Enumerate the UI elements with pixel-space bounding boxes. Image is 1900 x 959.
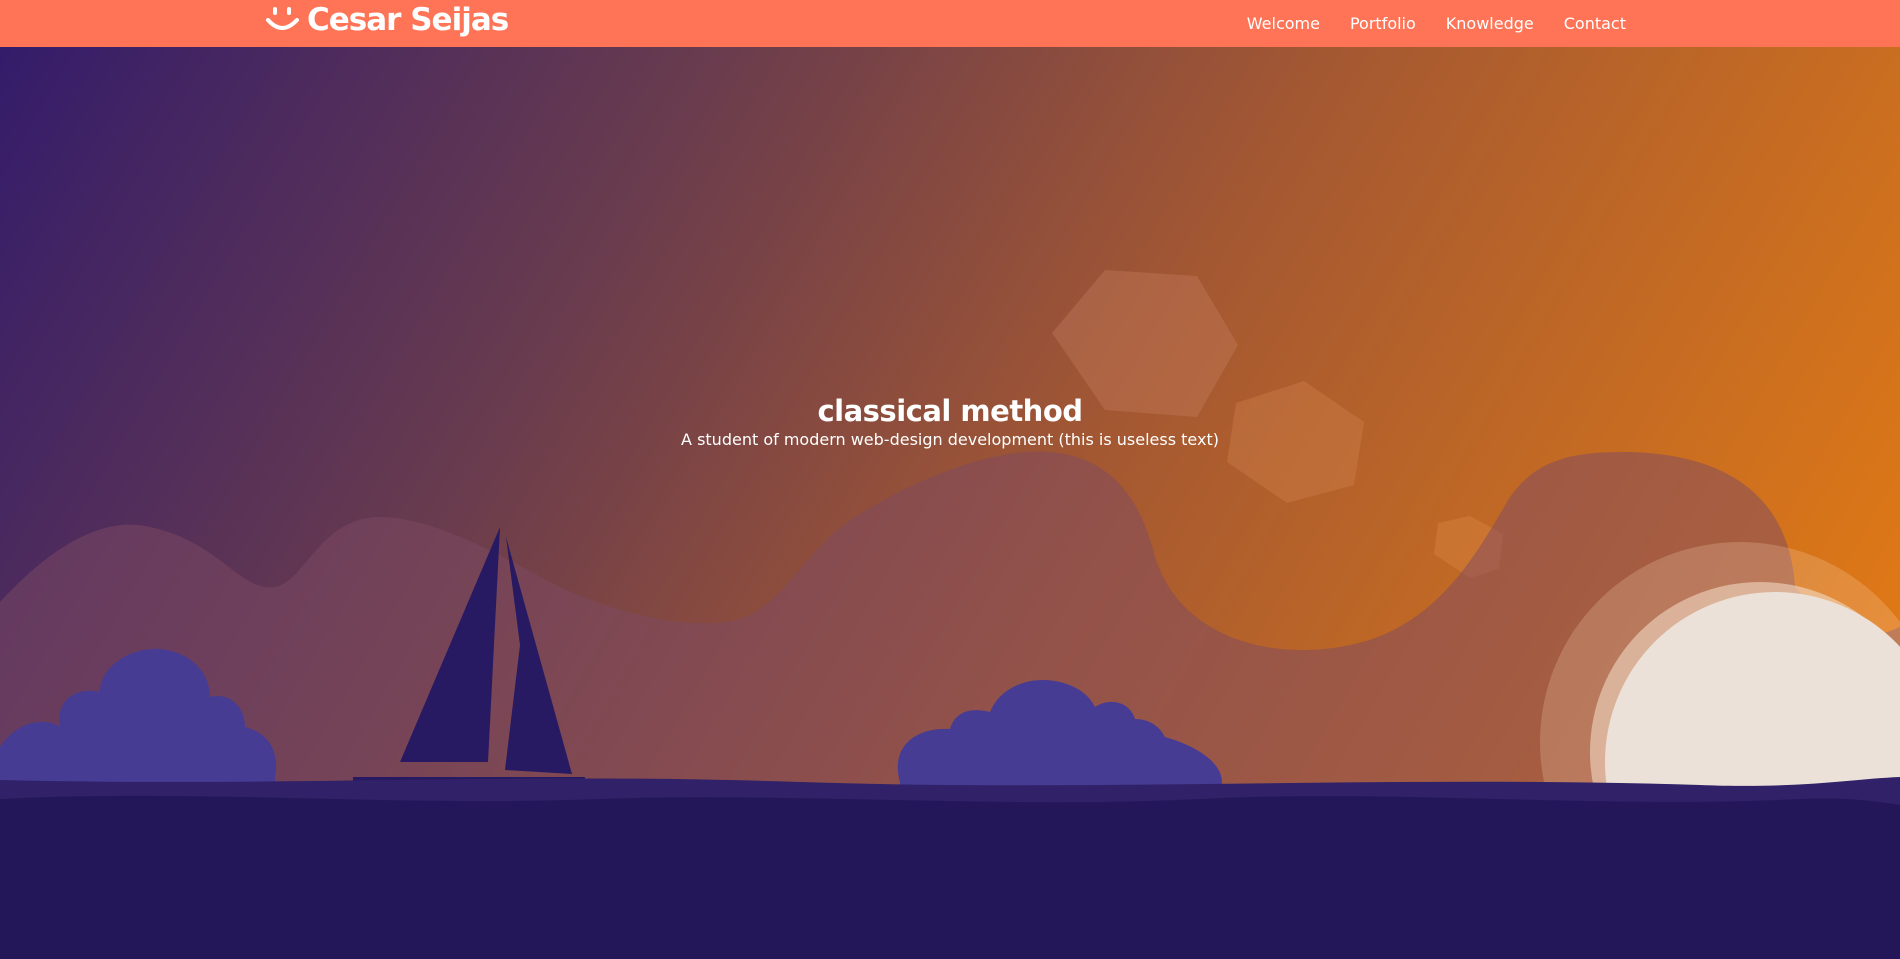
- hero-subtitle: A student of modern web-design developme…: [681, 430, 1219, 449]
- hero-section: classical method A student of modern web…: [0, 47, 1900, 959]
- nav-welcome[interactable]: Welcome: [1247, 14, 1320, 33]
- smiley-icon: [266, 7, 299, 30]
- nav-contact[interactable]: Contact: [1564, 14, 1626, 33]
- top-navbar: Cesar Seijas Welcome Portfolio Knowledge…: [0, 0, 1900, 47]
- main-nav: Welcome Portfolio Knowledge Contact: [1217, 0, 1626, 47]
- brand-name: Cesar Seijas: [307, 2, 509, 38]
- hero-content: classical method A student of modern web…: [0, 393, 1900, 451]
- sunset-illustration: [0, 270, 1900, 959]
- hero-title: classical method: [817, 394, 1083, 428]
- water-front-wave: [0, 795, 1900, 959]
- nav-portfolio[interactable]: Portfolio: [1350, 14, 1416, 33]
- brand-logo-link[interactable]: Cesar Seijas: [265, 0, 509, 40]
- nav-knowledge[interactable]: Knowledge: [1446, 14, 1534, 33]
